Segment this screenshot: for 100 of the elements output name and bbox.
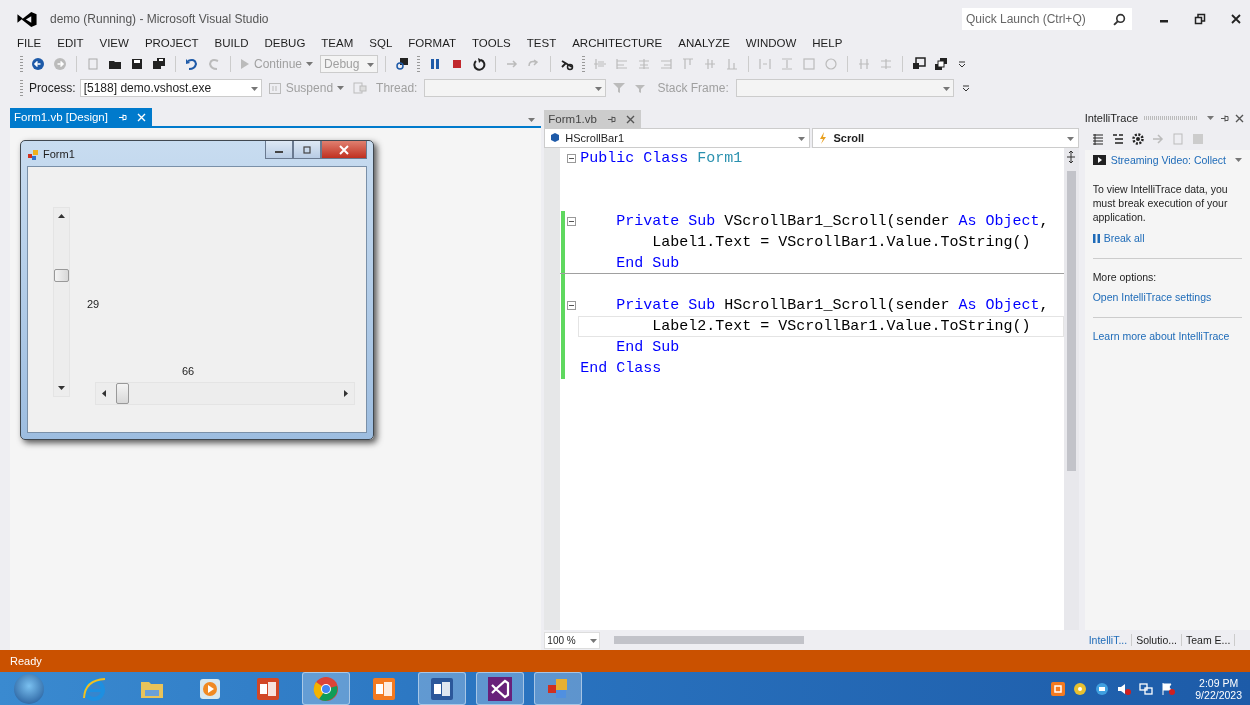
code-line: End Class: [579, 359, 663, 379]
letter-e-icon: [81, 675, 107, 702]
network-icon[interactable]: [1139, 681, 1154, 696]
settings-icon[interactable]: [1130, 132, 1145, 146]
scrollbar-thumb[interactable]: [116, 383, 129, 404]
menu-item[interactable]: TEST: [526, 37, 557, 49]
app-logo-icon: [255, 675, 281, 702]
quick-launch-field[interactable]: Quick Launch (Ctrl+Q): [962, 8, 1132, 30]
caret-icon[interactable]: [595, 87, 603, 91]
panel-tab[interactable]: IntelliT...: [1084, 634, 1133, 646]
collection-mode-dropdown[interactable]: Streaming Video: Collect: [1092, 154, 1242, 166]
taskbar-app[interactable]: [476, 672, 524, 705]
member-dropdown[interactable]: Scroll: [812, 128, 1079, 148]
back-icon[interactable]: [31, 57, 45, 71]
close-icon[interactable]: [1230, 13, 1242, 25]
caret-icon[interactable]: [942, 87, 950, 91]
clock[interactable]: 2:09 PM 9/22/2023: [1195, 676, 1242, 701]
flag-icon[interactable]: [1161, 681, 1176, 696]
menu-item[interactable]: FILE: [17, 37, 42, 49]
vs-logo-icon: [16, 10, 38, 28]
camera-icon[interactable]: [1095, 681, 1110, 696]
bring-to-front-icon[interactable]: [912, 57, 927, 71]
save-icon[interactable]: [130, 57, 144, 71]
vertical-scrollbar[interactable]: [53, 207, 70, 397]
up-arrow-icon[interactable]: [58, 214, 65, 218]
collapse-icon[interactable]: [567, 154, 577, 163]
overflow-icon[interactable]: [961, 83, 970, 93]
debug-target-icon[interactable]: [395, 57, 410, 71]
panel-title: IntelliTrace: [1084, 112, 1138, 124]
pin-icon[interactable]: [1220, 113, 1229, 123]
list-icon[interactable]: [1090, 132, 1105, 146]
process-dropdown[interactable]: [5188] demo.vshost.exe: [79, 79, 262, 97]
caret-icon[interactable]: [1207, 116, 1214, 120]
collapse-icon[interactable]: [567, 217, 577, 226]
minimize-button[interactable]: [265, 141, 293, 159]
caret-icon[interactable]: [590, 638, 598, 643]
suspend-icon: [268, 82, 281, 94]
menu-item[interactable]: TEAM: [321, 37, 354, 49]
panel-tab[interactable]: Team E...: [1182, 634, 1236, 646]
code-line: End Sub: [615, 253, 681, 274]
value-label: 66: [182, 365, 195, 377]
menu-item[interactable]: EDIT: [57, 37, 84, 49]
menu-item[interactable]: VIEW: [99, 37, 129, 49]
start-button[interactable]: [14, 673, 44, 704]
app-logo-icon: [487, 675, 513, 702]
app-logo-icon: [371, 675, 397, 702]
code-line: Private Sub VScrollBar1_Scroll(sender As Object,: [615, 212, 1050, 232]
menu-item[interactable]: ANALYZE: [678, 37, 730, 49]
restore-icon[interactable]: [1194, 13, 1206, 25]
save-all-icon[interactable]: [152, 57, 166, 71]
caret-icon[interactable]: [1235, 158, 1242, 162]
menu-item[interactable]: DEBUG: [264, 37, 306, 49]
section-label: More options:: [1092, 271, 1158, 283]
menu-item[interactable]: SQL: [369, 37, 393, 49]
info-message: To view IntelliTrace data, you must break execution of your application.: [1092, 182, 1229, 224]
menu-item[interactable]: FORMAT: [408, 37, 456, 49]
caret-icon[interactable]: [1066, 137, 1074, 141]
horizontal-scrollbar[interactable]: [95, 382, 355, 405]
stack-frame-label: Stack Frame:: [656, 81, 730, 95]
split-icon[interactable]: [1066, 151, 1077, 163]
overflow-icon[interactable]: [958, 59, 967, 69]
send-to-back-icon[interactable]: [934, 57, 949, 71]
status-text: Ready: [10, 655, 42, 667]
caret-icon[interactable]: [528, 118, 536, 122]
close-icon[interactable]: [1235, 113, 1244, 123]
menu-item[interactable]: WINDOW: [745, 37, 797, 49]
pin-icon[interactable]: [606, 114, 616, 124]
break-all-link[interactable]: Break all: [1092, 232, 1242, 244]
caret-icon[interactable]: [250, 87, 258, 91]
zoom-dropdown[interactable]: 100 %: [544, 631, 601, 649]
close-button[interactable]: [321, 141, 367, 159]
caret-icon[interactable]: [798, 137, 806, 141]
speaker-muted-icon[interactable]: [1117, 681, 1132, 696]
circle-logo-icon: [313, 675, 339, 702]
undo-icon[interactable]: [185, 57, 199, 71]
down-arrow-icon[interactable]: [58, 386, 65, 390]
code-line: Label1.Text = VScrollBar1.Value.ToString(): [651, 233, 1032, 253]
settings-link[interactable]: Open IntelliTrace settings: [1092, 291, 1242, 303]
maximize-button[interactable]: [293, 141, 321, 159]
taskbar-app[interactable]: [418, 672, 466, 705]
menu-item[interactable]: HELP: [812, 37, 843, 49]
app-logo-icon: [429, 675, 455, 702]
app-tray-icon[interactable]: [1051, 681, 1066, 696]
collapse-icon[interactable]: [567, 301, 577, 310]
search-icon: [1113, 12, 1126, 26]
document-tab[interactable]: Form1.vb: [544, 110, 641, 128]
type-dropdown[interactable]: HScrollBar1: [544, 128, 811, 148]
list-icon[interactable]: [1110, 132, 1125, 146]
learn-more-link[interactable]: Learn more about IntelliTrace: [1092, 330, 1242, 342]
left-arrow-icon[interactable]: [102, 390, 106, 397]
scrollbar-thumb[interactable]: [54, 269, 69, 283]
menu-item[interactable]: PROJECT: [144, 37, 199, 49]
restart-icon[interactable]: [472, 57, 487, 71]
menu-item[interactable]: ARCHITECTURE: [572, 37, 663, 49]
menu-item[interactable]: TOOLS: [472, 37, 511, 49]
right-arrow-icon[interactable]: [344, 390, 348, 397]
panel-tab[interactable]: Solutio...: [1132, 634, 1182, 646]
disc-icon[interactable]: [1073, 681, 1088, 696]
thread-label: Thread:: [375, 81, 419, 95]
menu-item[interactable]: BUILD: [214, 37, 249, 49]
